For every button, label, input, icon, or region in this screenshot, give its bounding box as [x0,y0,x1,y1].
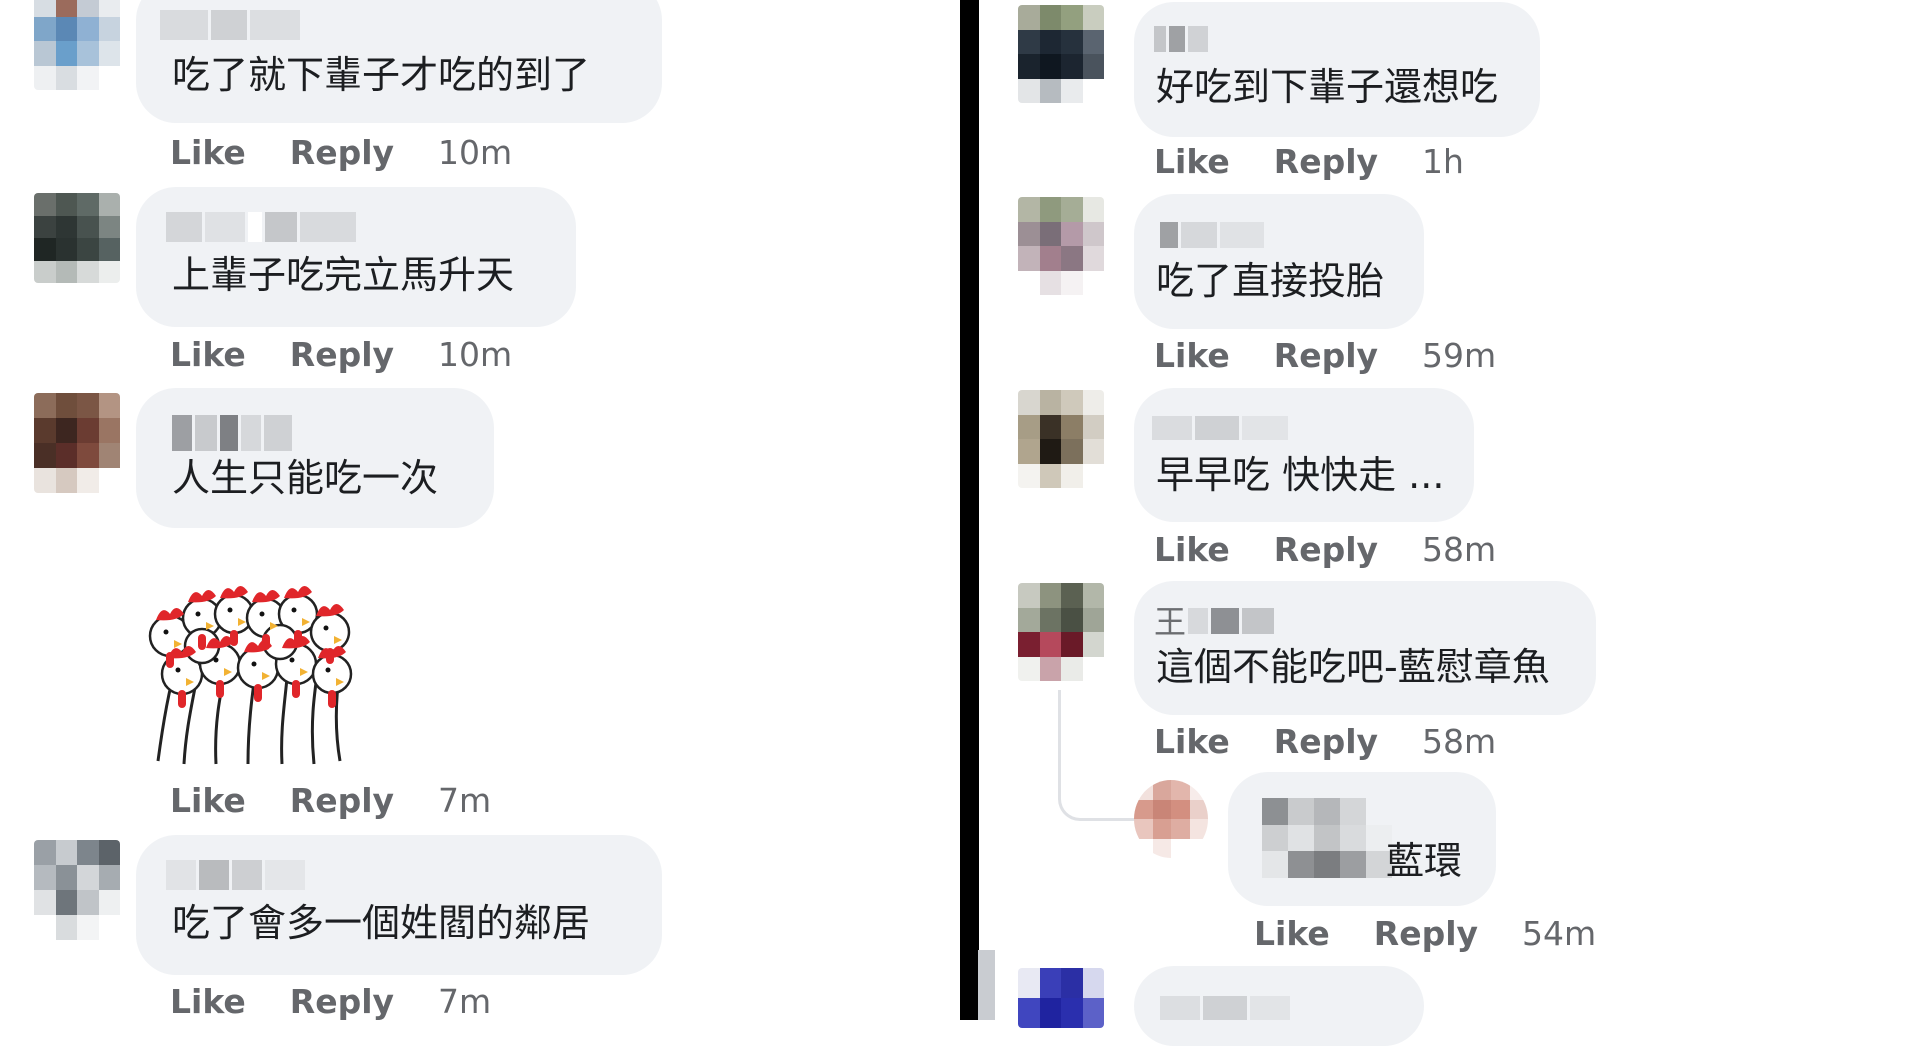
avatar[interactable] [34,840,120,940]
comment-timestamp[interactable]: 1h [1422,142,1464,181]
like-button[interactable]: Like [1154,722,1230,761]
comment-text: 好吃到下輩子還想吃 [1156,65,1499,109]
like-button[interactable]: Like [1154,530,1230,569]
comment-actions: Like Reply 7m [170,781,491,820]
avatar[interactable] [1018,5,1104,103]
reply-button[interactable]: Reply [290,133,394,172]
like-button[interactable]: Like [170,781,246,820]
comment-timestamp[interactable]: 10m [438,335,512,374]
avatar[interactable] [1134,780,1208,858]
comment-timestamp[interactable]: 10m [438,133,512,172]
commenter-name-blurred[interactable] [1160,996,1290,1020]
reply-button[interactable]: Reply [1274,722,1378,761]
like-button[interactable]: Like [170,133,246,172]
like-button[interactable]: Like [1154,142,1230,181]
comment-text: 吃了會多一個姓閻的鄰居 [172,901,591,945]
comment-text: 早早吃 快快走 ... [1156,453,1445,497]
commenter-name-blurred[interactable] [160,10,300,40]
comment-actions: Like Reply 58m [1154,722,1496,761]
commenter-name-blurred[interactable] [1154,26,1208,52]
reply-button[interactable]: Reply [290,982,394,1021]
commenter-name-blurred[interactable] [172,415,292,451]
reply-button[interactable]: Reply [290,781,394,820]
reply-button[interactable]: Reply [1274,142,1378,181]
commenter-name-blurred[interactable] [166,212,356,242]
avatar[interactable] [1018,390,1104,488]
comment-actions: Like Reply 1h [1154,142,1464,181]
avatar[interactable] [34,0,120,90]
comment-timestamp[interactable]: 7m [438,781,491,820]
like-button[interactable]: Like [170,335,246,374]
comment-actions: Like Reply 59m [1154,336,1496,375]
reply-actions: Like Reply 54m [1254,914,1596,953]
comment-text: 吃了就下輩子才吃的到了 [172,53,591,97]
avatar[interactable] [34,393,120,493]
rooster-crowd-sticker-icon [148,586,353,765]
comment-actions: Like Reply 7m [170,982,491,1021]
like-button[interactable]: Like [1254,914,1330,953]
comment-actions: Like Reply 10m [170,133,512,172]
comment-timestamp[interactable]: 7m [438,982,491,1021]
sticker-image[interactable] [136,556,362,766]
avatar[interactable] [1018,197,1104,295]
commenter-name-blurred[interactable] [1188,608,1274,634]
reply-button[interactable]: Reply [1374,914,1478,953]
comment-timestamp[interactable]: 59m [1422,336,1496,375]
comment-text: 吃了直接投胎 [1156,259,1385,303]
reply-thread-line [1058,690,1135,821]
avatar[interactable] [34,193,120,283]
panel-divider [960,0,979,1020]
avatar[interactable] [1018,968,1104,1028]
reply-name-blurred[interactable] [1262,798,1392,878]
commenter-name-blurred[interactable] [1152,416,1288,440]
reply-button[interactable]: Reply [290,335,394,374]
comment-timestamp[interactable]: 58m [1422,722,1496,761]
reply-button[interactable]: Reply [1274,336,1378,375]
comment-text: 藍環 [1386,839,1463,883]
comment-actions: Like Reply 10m [170,335,512,374]
comment-text: 上輩子吃完立馬升天 [172,253,515,297]
comment-text: 人生只能吃一次 [172,456,439,500]
reply-button[interactable]: Reply [1274,530,1378,569]
commenter-name-prefix[interactable]: 王 [1154,599,1186,645]
commenter-name-blurred[interactable] [1160,222,1264,248]
comment-timestamp[interactable]: 58m [1422,530,1496,569]
scrollbar-thumb[interactable] [978,950,995,1020]
comment-text: 這個不能吃吧-藍慰章魚 [1156,645,1550,689]
avatar[interactable] [1018,583,1104,681]
comment-timestamp[interactable]: 54m [1522,914,1596,953]
commenter-name-blurred[interactable] [166,860,305,890]
comment-actions: Like Reply 58m [1154,530,1496,569]
like-button[interactable]: Like [170,982,246,1021]
like-button[interactable]: Like [1154,336,1230,375]
